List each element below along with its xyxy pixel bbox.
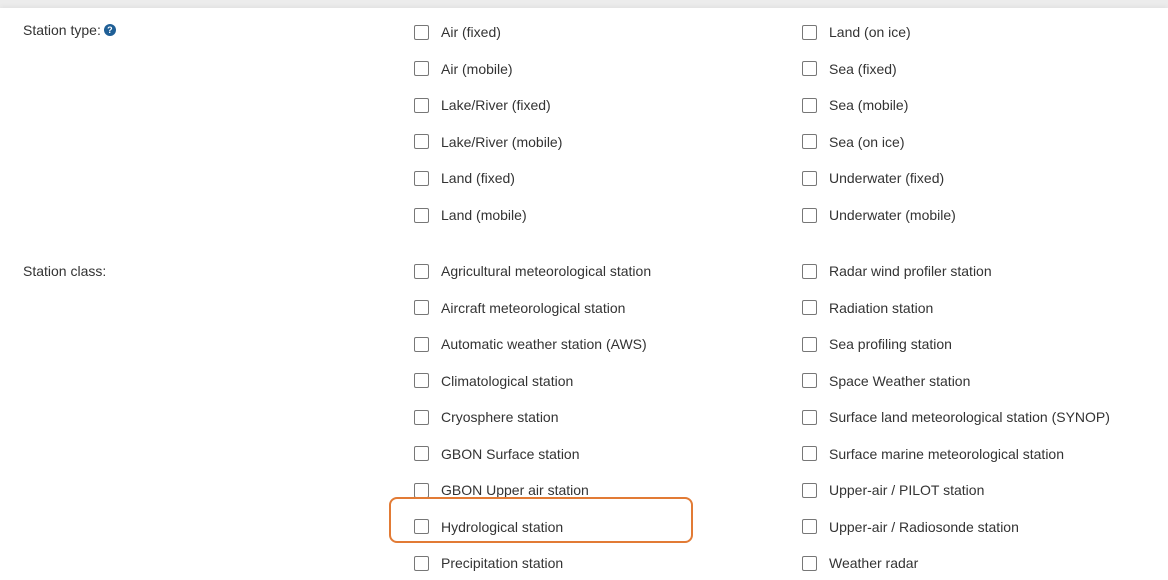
station-class-checkbox[interactable]: [414, 409, 429, 425]
station-class-option-label: Surface land meteorological station (SYN…: [829, 409, 1110, 425]
station-class-checkbox[interactable]: [802, 446, 817, 461]
station-type-option[interactable]: Sea (fixed): [802, 60, 897, 78]
station-class-checkbox[interactable]: [802, 519, 817, 534]
station-type-option[interactable]: Underwater (mobile): [802, 206, 956, 224]
station-type-option[interactable]: Sea (on ice): [802, 133, 904, 151]
station-class-option[interactable]: Radar wind profiler station: [802, 262, 992, 280]
station-class-option-label: Weather radar: [829, 555, 919, 571]
station-type-option-label: Underwater (fixed): [829, 170, 945, 187]
station-class-option-label: Precipitation station: [441, 555, 564, 571]
station-class-option[interactable]: Surface land meteorological station (SYN…: [802, 408, 1110, 426]
station-type-checkbox[interactable]: [802, 170, 817, 186]
station-class-option-label: GBON Surface station: [441, 445, 580, 462]
station-class-option[interactable]: Agricultural meteorological station: [414, 262, 651, 280]
station-type-label: Station type:?: [23, 21, 116, 39]
station-class-option-label: Surface marine meteorological station: [829, 445, 1065, 462]
station-type-option[interactable]: Sea (mobile): [802, 96, 908, 114]
station-type-checkbox[interactable]: [414, 24, 429, 40]
station-type-checkbox[interactable]: [414, 97, 429, 113]
station-type-option[interactable]: Underwater (fixed): [802, 169, 944, 187]
station-type-checkbox[interactable]: [414, 61, 429, 77]
station-class-option-label: Radiation station: [829, 299, 934, 316]
station-class-option-label: Automatic weather station (AWS): [441, 336, 647, 352]
station-class-option[interactable]: Space Weather station: [802, 372, 970, 390]
station-class-option[interactable]: GBON Surface station: [414, 445, 580, 463]
station-type-checkbox[interactable]: [414, 170, 429, 186]
station-class-option[interactable]: Precipitation station: [414, 554, 563, 572]
station-class-option[interactable]: Upper-air / PILOT station: [802, 481, 984, 499]
station-class-checkbox[interactable]: [414, 373, 429, 388]
station-type-checkbox[interactable]: [802, 61, 817, 77]
station-class-checkbox[interactable]: [802, 482, 817, 498]
station-type-option-label: Air (mobile): [441, 60, 513, 77]
station-class-checkbox[interactable]: [414, 482, 429, 498]
station-type-option[interactable]: Air (fixed): [414, 23, 501, 41]
station-class-label: Station class:: [23, 263, 107, 279]
station-type-checkbox[interactable]: [802, 207, 817, 223]
station-type-option[interactable]: Lake/River (fixed): [414, 96, 551, 114]
station-type-option-label: Lake/River (mobile): [441, 133, 563, 150]
station-class-option-label: Upper-air / Radiosonde station: [829, 518, 1019, 535]
station-type-option-label: Air (fixed): [441, 24, 501, 40]
question-circle-icon[interactable]: ?: [103, 24, 116, 37]
station-type-option-label: Sea (fixed): [829, 60, 897, 77]
station-class-option[interactable]: Radiation station: [802, 299, 933, 317]
station-type-checkbox[interactable]: [802, 134, 817, 150]
station-class-option[interactable]: Cryosphere station: [414, 408, 559, 426]
station-class-option-label: Aircraft meteorological station: [441, 299, 626, 316]
station-class-option-label: Space Weather station: [829, 372, 971, 389]
station-type-option[interactable]: Land (fixed): [414, 169, 515, 187]
station-class-option[interactable]: Automatic weather station (AWS): [414, 335, 647, 353]
station-class-option-label: Upper-air / PILOT station: [829, 482, 985, 498]
station-class-checkbox[interactable]: [802, 263, 817, 279]
station-type-option-label: Land (on ice): [829, 24, 911, 40]
station-class-checkbox[interactable]: [414, 555, 429, 571]
station-type-option[interactable]: Lake/River (mobile): [414, 133, 562, 151]
station-class-option[interactable]: Sea profiling station: [802, 335, 952, 353]
station-class-option[interactable]: Upper-air / Radiosonde station: [802, 518, 1019, 536]
station-class-checkbox[interactable]: [802, 555, 817, 571]
station-class-option-label: Cryosphere station: [441, 409, 559, 425]
station-type-option-label: Land (fixed): [441, 170, 515, 187]
station-type-checkbox[interactable]: [414, 134, 429, 150]
station-type-checkbox[interactable]: [414, 207, 429, 223]
station-type-option-label: Land (mobile): [441, 207, 527, 223]
station-class-checkbox[interactable]: [414, 300, 429, 315]
station-class-option[interactable]: Surface marine meteorological station: [802, 445, 1064, 463]
station-class-option[interactable]: Climatological station: [414, 372, 573, 390]
station-type-option-label: Underwater (mobile): [829, 207, 956, 223]
station-type-option-label: Lake/River (fixed): [441, 97, 551, 114]
station-class-checkbox[interactable]: [414, 336, 429, 352]
station-type-option[interactable]: Air (mobile): [414, 60, 513, 78]
station-type-checkbox[interactable]: [802, 97, 817, 113]
station-class-option-label: Radar wind profiler station: [829, 263, 992, 279]
station-class-checkbox[interactable]: [414, 263, 429, 279]
station-type-option[interactable]: Land (mobile): [414, 206, 527, 224]
station-class-option[interactable]: Weather radar: [802, 554, 918, 572]
station-type-checkbox[interactable]: [802, 24, 817, 40]
station-type-option[interactable]: Land (on ice): [802, 23, 911, 41]
station-class-option-label: Agricultural meteorological station: [441, 263, 652, 279]
station-type-option-label: Sea (mobile): [829, 97, 909, 114]
station-type-option-label: Sea (on ice): [829, 133, 905, 150]
station-class-option[interactable]: Aircraft meteorological station: [414, 299, 625, 317]
station-class-option-label: Climatological station: [441, 372, 574, 389]
station-class-checkbox[interactable]: [802, 409, 817, 425]
station-class-option-label: Sea profiling station: [829, 336, 952, 352]
station-class-checkbox[interactable]: [802, 336, 817, 352]
station-class-checkbox[interactable]: [802, 300, 817, 315]
station-class-checkbox[interactable]: [414, 446, 429, 461]
station-class-option-label: GBON Upper air station: [441, 482, 589, 498]
station-class-checkbox[interactable]: [802, 373, 817, 388]
highlight-box: [389, 497, 693, 543]
